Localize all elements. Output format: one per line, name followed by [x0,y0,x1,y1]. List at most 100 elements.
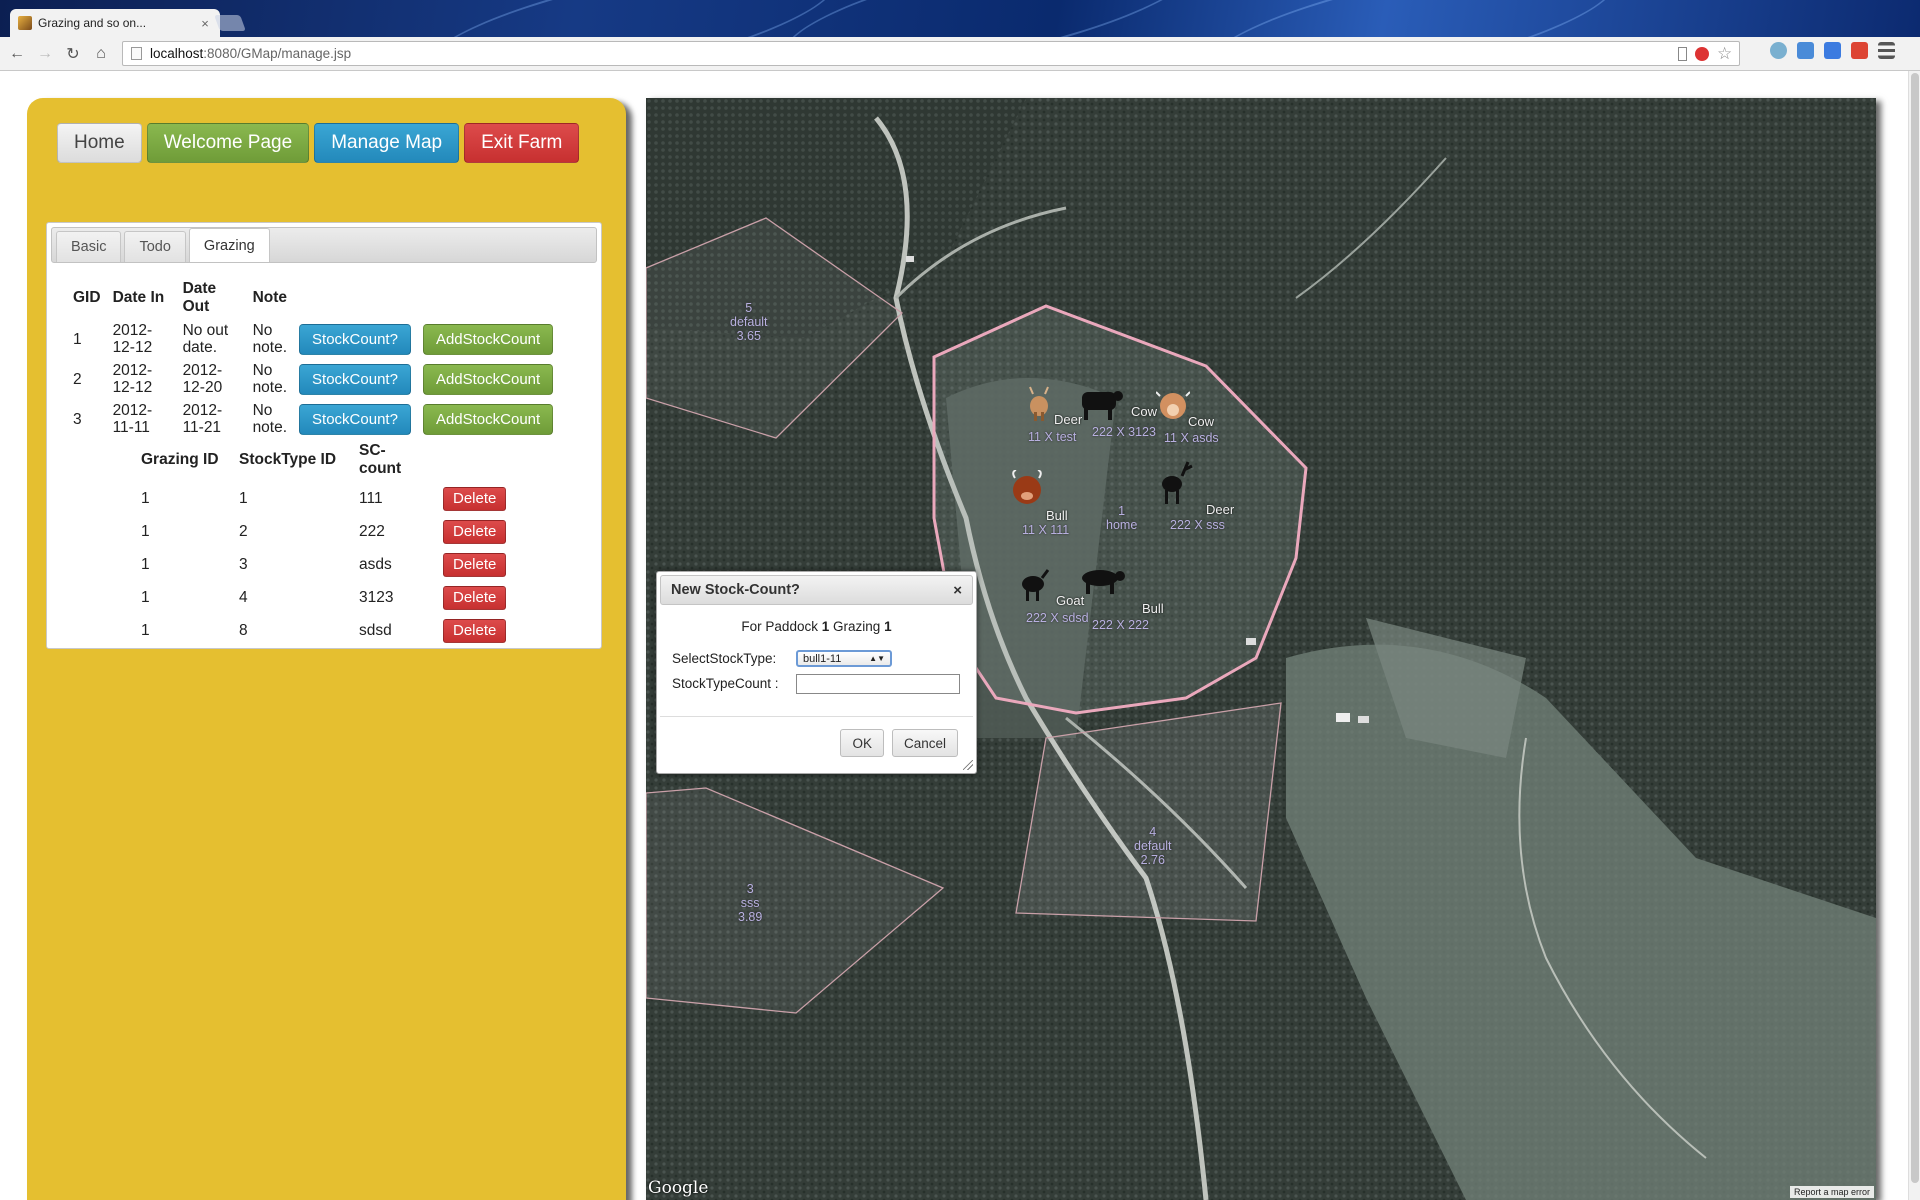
new-stock-count-dialog: New Stock-Count? × For Paddock 1 Grazing… [656,571,977,774]
delete-button[interactable]: Delete [443,486,507,511]
reload-icon[interactable]: ↻ [62,43,84,65]
cell-sc-count: 222 [359,522,385,540]
tab-grazing[interactable]: Grazing [188,228,270,262]
stock-table-header: Grazing ID StockType ID SC-count [133,438,514,482]
page-action-icon[interactable] [1678,47,1687,61]
back-icon[interactable]: ← [6,43,28,65]
table-row: 1 2 222 Delete [133,515,514,548]
dialog-buttons: OK Cancel [840,729,958,757]
cell-grazing-id: 1 [141,489,150,507]
stock-count-button[interactable]: StockCount? [299,323,411,355]
cell-date-out: 2012-11-21 [182,402,223,436]
cell-gid: 3 [73,410,82,428]
marker-label: 222 X sss [1170,518,1225,532]
page-scrollbar[interactable] [1908,71,1920,1200]
adblock-icon[interactable] [1695,47,1709,61]
cow-marker-icon[interactable] [1076,386,1124,422]
paddock-label[interactable]: 4 default 2.76 [1134,825,1172,867]
cell-stocktype-id: 3 [239,555,248,573]
extension-icons [1770,42,1895,59]
cell-date-in: 2012-11-11 [112,402,153,436]
manage-map-button[interactable]: Manage Map [314,123,460,163]
select-arrows-icon: ▲▼ [869,654,885,663]
delete-button[interactable]: Delete [443,519,507,544]
cell-date-out: No out date. [182,322,229,356]
bull-marker-icon[interactable] [1010,470,1044,506]
deer-marker-icon[interactable] [1154,460,1194,506]
bull-marker-icon[interactable] [1076,564,1126,600]
table-row: 3 2012-11-11 2012-11-21 No note. StockCo… [67,399,559,439]
grazing-id: 1 [884,619,892,634]
marker-label: 11 X 111 [1022,523,1070,537]
table-row: 1 4 3123 Delete [133,581,514,614]
bookmark-star-icon[interactable]: ☆ [1717,45,1732,62]
home-icon[interactable]: ⌂ [90,43,112,65]
paddock-label[interactable]: 1 home [1106,504,1137,532]
cell-gid: 1 [73,330,82,348]
forward-icon[interactable]: → [34,43,56,65]
select-stocktype-label: SelectStockType: [672,651,777,666]
welcome-page-button[interactable]: Welcome Page [146,123,310,163]
new-tab-button[interactable] [214,15,246,31]
col-sc-count: SC-count [359,442,402,477]
scrollbar-thumb[interactable] [1911,73,1919,1183]
table-row: 1 2012-12-12 No out date. No note. Stock… [67,319,559,359]
exit-farm-button[interactable]: Exit Farm [464,123,580,163]
stocktype-count-input[interactable] [796,673,960,694]
gmail-icon[interactable] [1851,42,1868,59]
address-bar[interactable]: localhost:8080/GMap/manage.jsp ☆ [122,41,1740,66]
marker-label: 11 X test [1028,430,1077,444]
ok-button[interactable]: OK [840,729,884,757]
delete-button[interactable]: Delete [443,552,507,577]
side-panel: Home Welcome Page Manage Map Exit Farm B… [27,98,626,1200]
col-stocktype-id: StockType ID [239,451,337,468]
tab-close-icon[interactable]: × [198,16,212,31]
cell-grazing-id: 1 [141,588,150,606]
extension-clock-icon[interactable] [1770,42,1787,59]
browser-tab[interactable]: Grazing and so on... × [10,9,220,37]
add-stock-count-button[interactable]: AddStockCount [422,403,554,435]
menu-icon[interactable] [1878,42,1895,59]
page-icon [131,47,142,60]
google-logo[interactable]: Google [648,1178,708,1198]
report-map-error-link[interactable]: Report a map error [1789,1186,1874,1198]
table-row: 1 1 111 Delete [133,482,514,515]
stock-count-button[interactable]: StockCount? [299,363,411,395]
stock-count-button[interactable]: StockCount? [299,403,411,435]
stocktype-select[interactable]: bull1-11 ▲▼ [796,650,892,667]
marker-name: Cow [1188,414,1215,429]
tab-basic[interactable]: Basic [56,231,122,262]
goat-marker-icon[interactable] [1018,566,1052,602]
tab-todo[interactable]: Todo [124,231,186,262]
delete-button[interactable]: Delete [443,585,507,610]
cell-stocktype-id: 8 [239,621,248,639]
paddock-label[interactable]: 5 default 3.65 [730,301,768,343]
cancel-button[interactable]: Cancel [891,729,958,757]
home-button[interactable]: Home [57,123,142,163]
stocktype-count-row: StockTypeCount : [672,671,961,696]
dialog-context: For Paddock 1 Grazing 1 [741,619,892,634]
add-stock-count-button[interactable]: AddStockCount [422,323,554,355]
translate-icon[interactable] [1824,42,1841,59]
cow-marker-icon[interactable] [1156,388,1190,424]
dialog-body: For Paddock 1 Grazing 1 SelectStockType:… [660,605,973,702]
table-row: 2 2012-12-12 2012-12-20 No note. StockCo… [67,359,559,399]
cell-note: No note. [252,362,288,396]
marker-name: Deer [1206,502,1235,517]
stocktype-count-label: StockTypeCount : [672,676,779,691]
marker-label: 222 X sdsd [1026,611,1089,625]
resize-handle[interactable] [963,760,973,770]
extension-notify-icon[interactable] [1797,42,1814,59]
cell-grazing-id: 1 [141,555,150,573]
cell-stocktype-id: 2 [239,522,248,540]
table-row: 1 8 sdsd Delete [133,614,514,647]
top-nav: Home Welcome Page Manage Map Exit Farm [57,123,580,163]
add-stock-count-button[interactable]: AddStockCount [422,363,554,395]
delete-button[interactable]: Delete [443,618,507,643]
url-path: :8080/GMap/manage.jsp [203,46,352,61]
dialog-close-icon[interactable]: × [953,582,962,599]
col-grazing-id: Grazing ID [141,451,219,468]
dialog-titlebar[interactable]: New Stock-Count? × [660,575,973,605]
deer-marker-icon[interactable] [1022,386,1056,422]
paddock-label[interactable]: 3 sss 3.89 [738,882,762,924]
